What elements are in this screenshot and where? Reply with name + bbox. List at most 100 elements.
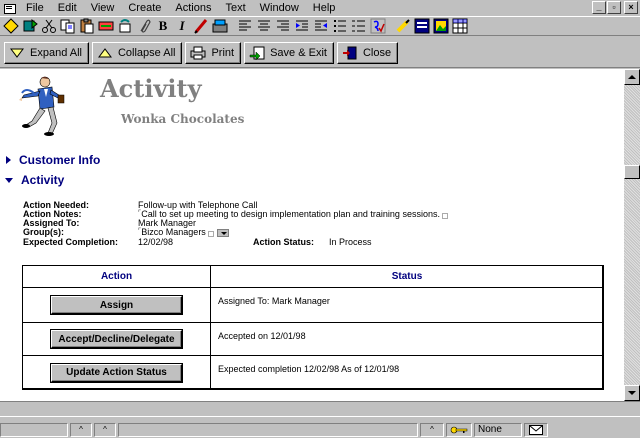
save-exit-button[interactable]: Save & Exit — [244, 41, 334, 64]
bullets-icon[interactable] — [331, 17, 349, 35]
refresh-icon[interactable] — [116, 17, 134, 35]
save-exit-label: Save & Exit — [270, 46, 327, 59]
status-cell-style[interactable] — [118, 422, 418, 437]
smarticons-toolbar: B I — [0, 16, 640, 36]
caret-icon: ^ — [103, 425, 107, 434]
printer-icon — [190, 46, 206, 60]
status-cell-message[interactable] — [0, 422, 68, 437]
page-title: Activity — [100, 74, 202, 103]
running-man-logo — [18, 73, 68, 137]
spellcheck-icon[interactable] — [369, 17, 387, 35]
action-table: Action Status Assign Assigned To: Mark M… — [22, 265, 604, 390]
close-window-button[interactable]: × — [624, 1, 638, 14]
align-center-icon[interactable] — [255, 17, 273, 35]
status-cell-location[interactable]: None — [474, 422, 522, 437]
collapse-all-label: Collapse All — [117, 46, 176, 59]
align-right-icon[interactable] — [274, 17, 292, 35]
accept-decline-delegate-button[interactable]: Accept/Decline/Delegate — [51, 330, 182, 348]
update-action-status-button[interactable]: Update Action Status — [51, 363, 182, 382]
align-left-icon[interactable] — [236, 17, 254, 35]
paste-icon[interactable] — [78, 17, 96, 35]
groups-value: Bizco Managers — [141, 227, 206, 237]
close-label: Close — [362, 46, 392, 59]
indent-icon[interactable] — [293, 17, 311, 35]
location-label: None — [478, 424, 502, 435]
section-customer-info-label: Customer Info — [19, 153, 101, 167]
table-icon[interactable] — [451, 17, 469, 35]
menu-window[interactable]: Window — [253, 2, 306, 14]
document-control-icon[interactable] — [3, 2, 16, 14]
expanded-twisty-icon[interactable] — [5, 177, 13, 183]
save-exit-icon — [249, 46, 265, 60]
section-customer-info[interactable]: Customer Info — [6, 153, 100, 167]
field-end-marker-icon — [207, 231, 214, 237]
groups-label: Group(s): — [23, 227, 64, 237]
menu-create[interactable]: Create — [121, 2, 168, 14]
menu-file[interactable]: File — [19, 2, 51, 14]
status-cell-access[interactable]: ^ — [420, 422, 444, 437]
image-icon[interactable] — [432, 17, 450, 35]
vertical-scrollbar[interactable] — [624, 69, 640, 401]
column-header-status: Status — [211, 266, 603, 288]
link-icon[interactable] — [97, 17, 115, 35]
status-cell-mail[interactable] — [524, 422, 548, 437]
print-button[interactable]: Print — [185, 41, 242, 64]
groups-field[interactable]: ⌜Bizco Managers — [138, 227, 229, 237]
action-cell: Assign — [23, 288, 211, 322]
form-icon[interactable] — [413, 17, 431, 35]
menu-edit[interactable]: Edit — [51, 2, 84, 14]
expand-all-button[interactable]: Expand All — [4, 41, 89, 64]
collapse-all-button[interactable]: Collapse All — [91, 41, 183, 64]
status-cell-size[interactable]: ^ — [94, 422, 116, 437]
smarticon-move-icon[interactable] — [21, 17, 39, 35]
mail-icon — [529, 424, 543, 435]
column-header-action: Action — [23, 266, 211, 288]
assign-button[interactable]: Assign — [51, 296, 182, 314]
outdent-icon[interactable] — [312, 17, 330, 35]
caret-icon: ^ — [430, 425, 434, 434]
marker-icon[interactable] — [394, 17, 412, 35]
collapse-icon — [97, 46, 113, 60]
scroll-down-button[interactable] — [624, 385, 640, 401]
restore-button[interactable]: ▫ — [607, 1, 621, 14]
caret-icon: ^ — [79, 425, 83, 434]
highlight-icon[interactable] — [211, 17, 229, 35]
status-cell-font[interactable]: ^ — [70, 422, 92, 437]
menu-help[interactable]: Help — [306, 2, 343, 14]
action-cell: Accept/Decline/Delegate — [23, 323, 211, 355]
menu-text[interactable]: Text — [218, 2, 252, 14]
field-end-marker-icon — [441, 213, 448, 219]
scroll-thumb[interactable] — [624, 165, 640, 179]
status-cell-key[interactable] — [446, 422, 472, 437]
print-label: Print — [211, 46, 235, 59]
action-status-label: Action Status: — [253, 237, 315, 247]
menu-actions[interactable]: Actions — [168, 2, 218, 14]
action-cell: Update Action Status — [23, 356, 211, 389]
section-activity[interactable]: Activity — [5, 173, 64, 187]
status-cell: Accepted on 12/01/98 — [218, 331, 306, 341]
dropdown-arrow-icon[interactable] — [216, 228, 229, 237]
smarticon-diamond-icon[interactable] — [2, 17, 20, 35]
action-status-value: In Process — [329, 237, 372, 247]
copy-icon[interactable] — [59, 17, 77, 35]
numbers-icon[interactable] — [350, 17, 368, 35]
close-button[interactable]: Close — [336, 41, 399, 64]
minimize-button[interactable]: _ — [592, 1, 606, 14]
paperclip-icon[interactable] — [135, 17, 153, 35]
status-bar: ^ ^ ^ None — [0, 421, 640, 438]
expected-completion-label: Expected Completion: — [23, 237, 119, 247]
expand-all-label: Expand All — [30, 46, 82, 59]
action-bar: Expand All Collapse All Print Save & Exi… — [0, 38, 640, 68]
key-icon — [450, 426, 468, 433]
menu-view[interactable]: View — [84, 2, 122, 14]
italic-glyph: I — [179, 18, 185, 33]
bold-icon[interactable]: B — [154, 17, 172, 35]
cut-icon[interactable] — [40, 17, 58, 35]
permanent-pen-icon[interactable] — [192, 17, 210, 35]
window-controls: _ ▫ × — [592, 1, 638, 14]
collapsed-twisty-icon[interactable] — [6, 156, 11, 164]
scroll-up-button[interactable] — [624, 69, 640, 85]
expand-icon — [9, 46, 25, 60]
lower-pane-divider — [0, 401, 640, 417]
italic-icon[interactable]: I — [173, 17, 191, 35]
